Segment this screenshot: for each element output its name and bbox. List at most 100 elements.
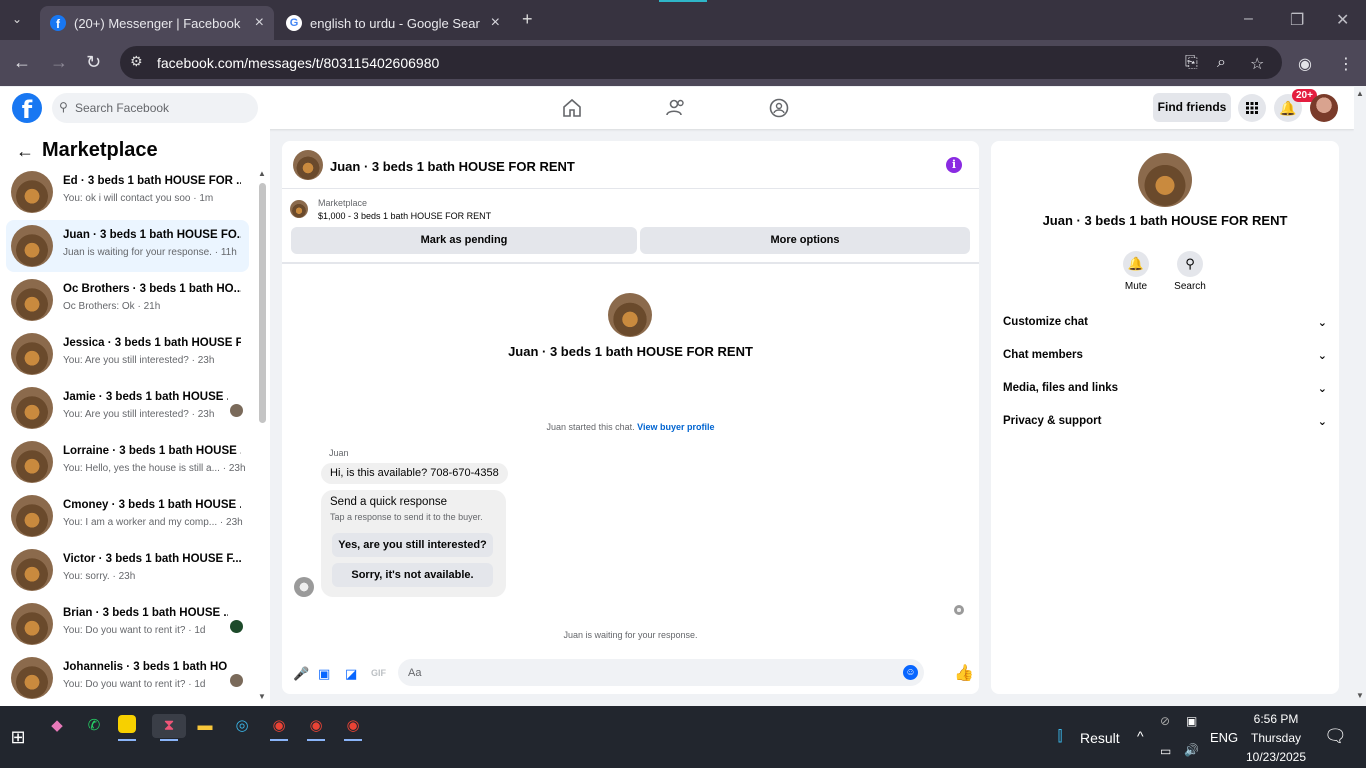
scroll-down-arrow[interactable]: ▼	[1356, 691, 1364, 700]
avatar	[11, 549, 53, 591]
tray-overflow-icon[interactable]: ^	[1137, 728, 1144, 744]
conversation-item[interactable]: Oc Brothers · 3 beds 1 bath HO... Oc Bro…	[6, 274, 249, 326]
close-window-icon[interactable]: ✕	[1336, 10, 1349, 30]
seen-avatar	[230, 674, 243, 687]
profile-icon[interactable]: ◉	[1298, 54, 1312, 74]
clock-day[interactable]: Thursday	[1244, 731, 1308, 745]
bookmark-star-icon[interactable]: ☆	[1250, 54, 1264, 74]
whatsapp-icon[interactable]: ✆	[82, 714, 106, 738]
tab-search-button[interactable]: ⌄	[12, 12, 22, 26]
windows-start-icon[interactable]: ⊞	[6, 725, 30, 749]
friends-icon[interactable]	[666, 98, 686, 121]
quick-response-option[interactable]: Sorry, it's not available.	[332, 563, 493, 587]
tab-title: english to urdu - Google Search	[310, 15, 480, 31]
conversation-item[interactable]: Ed · 3 beds 1 bath HOUSE FOR ... You: ok…	[6, 166, 249, 218]
forward-icon[interactable]: →	[50, 52, 68, 73]
menu-grid-icon[interactable]	[1238, 94, 1266, 122]
back-icon[interactable]: ←	[13, 52, 31, 73]
search-icon[interactable]: ⚲	[1177, 251, 1203, 277]
chat-title[interactable]: Juan · 3 beds 1 bath HOUSE FOR RENT	[330, 159, 575, 174]
conversation-avatar[interactable]	[608, 293, 652, 337]
back-arrow-icon[interactable]: ←	[16, 141, 34, 162]
photo-icon[interactable]: ▣	[318, 666, 330, 682]
tray-camera-icon[interactable]: ▣	[1186, 714, 1197, 728]
chrome-icon[interactable]: ◉	[267, 714, 291, 738]
url-bar[interactable]: ⚙ facebook.com/messages/t/80311540260698…	[120, 46, 1282, 79]
emoji-icon[interactable]: ☺	[903, 665, 918, 680]
quick-response-option[interactable]: Yes, are you still interested?	[332, 533, 493, 557]
close-tab-icon[interactable]: ×	[491, 14, 500, 32]
tray-volume-icon[interactable]: 🔊	[1184, 743, 1199, 757]
copilot-icon[interactable]: ◆	[45, 714, 69, 738]
divider	[282, 262, 979, 264]
conversation-item[interactable]: Brian · 3 beds 1 bath HOUSE ... You: Do …	[6, 598, 249, 650]
sticker-icon[interactable]: ◪	[345, 666, 357, 682]
tray-network-icon[interactable]: ▭	[1160, 744, 1171, 758]
chrome-icon[interactable]: ◉	[304, 714, 328, 738]
more-options-button[interactable]: More options	[640, 227, 970, 254]
reload-icon[interactable]: ↻	[86, 52, 101, 73]
info-icon[interactable]: i	[946, 157, 962, 173]
conversation-name: Oc Brothers · 3 beds 1 bath HO...	[63, 283, 241, 295]
scroll-down-arrow[interactable]: ▼	[258, 692, 266, 701]
page-scrollbar[interactable]: ▲ ▼	[1354, 87, 1366, 706]
facebook-logo-icon[interactable]: f	[12, 93, 42, 124]
section-media-files-links[interactable]: Media, files and links ⌄	[1003, 382, 1327, 402]
section-customize-chat[interactable]: Customize chat ⌄	[1003, 316, 1327, 336]
scroll-up-arrow[interactable]: ▲	[258, 169, 266, 178]
scroll-up-arrow[interactable]: ▲	[1356, 89, 1364, 98]
menu-kebab-icon[interactable]: ⋮	[1338, 54, 1354, 74]
mute-bell-icon[interactable]: 🔔	[1123, 251, 1149, 277]
sidebar-scrollbar[interactable]	[259, 183, 266, 423]
edge-icon[interactable]: ◎	[230, 714, 254, 738]
chat-avatar[interactable]	[293, 150, 323, 180]
conversation-item[interactable]: Victor · 3 beds 1 bath HOUSE F... You: s…	[6, 544, 249, 596]
result-widget[interactable]: Result	[1080, 730, 1120, 746]
new-tab-button[interactable]: +	[522, 9, 533, 30]
language-indicator[interactable]: ENG	[1210, 730, 1238, 745]
minimize-icon[interactable]: –	[1244, 10, 1253, 28]
mark-as-pending-button[interactable]: Mark as pending	[291, 227, 637, 254]
search-facebook-input[interactable]: ⚲ Search Facebook	[52, 93, 258, 123]
site-settings-icon[interactable]: ⚙	[130, 53, 143, 70]
conversation-item[interactable]: Cmoney · 3 beds 1 bath HOUSE ... You: I …	[6, 490, 249, 542]
tab-messenger[interactable]: f (20+) Messenger | Facebook ×	[40, 6, 274, 40]
conversation-preview: Juan is waiting for your response. · 11h	[63, 247, 237, 258]
maximize-icon[interactable]: ❐	[1290, 10, 1304, 30]
conversation-item[interactable]: Johannelis · 3 beds 1 bath HO... You: Do…	[6, 652, 249, 704]
microphone-icon[interactable]: 🎤	[293, 666, 309, 682]
clock-date[interactable]: 10/23/2025	[1244, 750, 1308, 764]
gif-icon[interactable]: GIF	[371, 668, 386, 678]
sticky-notes-icon[interactable]	[118, 715, 136, 733]
chrome-icon[interactable]: ◉	[341, 714, 365, 738]
section-privacy-support[interactable]: Privacy & support ⌄	[1003, 415, 1327, 435]
view-buyer-profile-link[interactable]: View buyer profile	[637, 422, 714, 432]
file-explorer-icon[interactable]: ▬	[193, 714, 217, 738]
cricket-result-icon[interactable]: ⫿	[1048, 725, 1072, 749]
home-icon[interactable]	[562, 98, 582, 121]
groups-icon[interactable]	[769, 98, 789, 121]
zoom-icon[interactable]: ⌕	[1217, 54, 1226, 72]
clock-time[interactable]: 6:56 PM	[1244, 712, 1308, 726]
tab-google[interactable]: G english to urdu - Google Search ×	[276, 6, 510, 40]
notification-center-icon[interactable]: 🗨	[1324, 726, 1347, 747]
close-tab-icon[interactable]: ×	[255, 14, 264, 32]
account-avatar[interactable]	[1310, 94, 1338, 122]
app-icon[interactable]: ⧗	[152, 714, 186, 738]
section-chat-members[interactable]: Chat members ⌄	[1003, 349, 1327, 369]
avatar	[11, 333, 53, 375]
facebook-header: f ⚲ Search Facebook Find friends 🔔 20+	[0, 87, 1354, 129]
find-friends-button[interactable]: Find friends	[1153, 93, 1231, 122]
conversation-item[interactable]: Jamie · 3 beds 1 bath HOUSE ... You: Are…	[6, 382, 249, 434]
message-input[interactable]: Aa ☺	[398, 659, 924, 686]
thumbs-up-icon[interactable]: 👍	[954, 663, 974, 683]
seen-avatar	[230, 620, 243, 633]
conversation-item[interactable]: Jessica · 3 beds 1 bath HOUSE F... You: …	[6, 328, 249, 380]
install-app-icon[interactable]: ⎘	[1185, 54, 1198, 72]
avatar	[11, 603, 53, 645]
conversation-item-selected[interactable]: Juan · 3 beds 1 bath HOUSE FO... Juan is…	[6, 220, 249, 272]
tray-network-off-icon[interactable]: ⊘	[1160, 714, 1170, 728]
conversation-item[interactable]: Lorraine · 3 beds 1 bath HOUSE ... You: …	[6, 436, 249, 488]
conversation-preview: You: Do you want to rent it? · 1d	[63, 679, 206, 690]
details-avatar[interactable]	[1138, 153, 1192, 207]
